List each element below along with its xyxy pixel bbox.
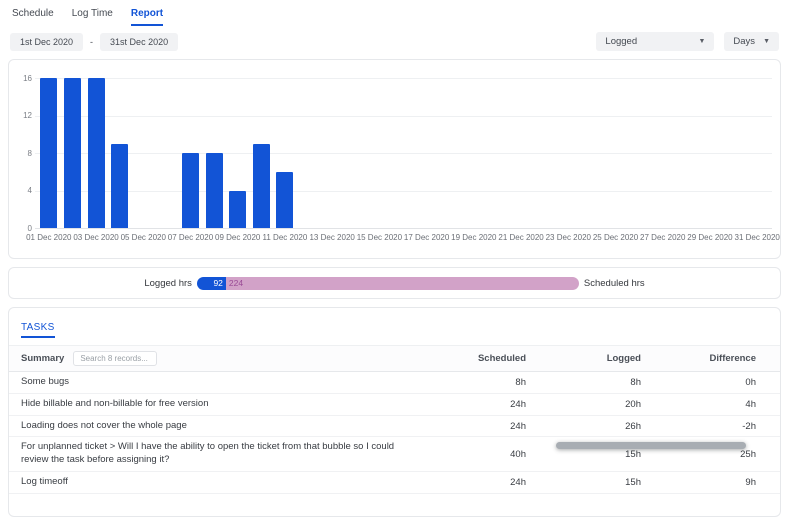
chart-bar: [253, 144, 270, 228]
y-axis-tick-label: 16: [15, 74, 32, 83]
x-axis-tick-label: 05 Dec 2020: [121, 233, 166, 242]
chart-bar: [229, 191, 246, 229]
metric-select[interactable]: Logged ▼: [596, 32, 714, 51]
unit-select-value: Days: [733, 36, 755, 47]
table-row[interactable]: Hide billable and non-billable for free …: [9, 394, 780, 416]
difference-cell: 4h: [665, 399, 780, 410]
tasks-table-header: Summary Scheduled Logged Difference: [9, 345, 780, 372]
filter-bar: 1st Dec 2020 - 31st Dec 2020 Logged ▼ Da…: [0, 26, 789, 59]
column-header-difference: Difference: [665, 353, 780, 364]
x-axis-tick-label: 29 Dec 2020: [687, 233, 732, 242]
date-range-separator: -: [90, 37, 93, 47]
scheduled-bar-segment: 224: [226, 277, 579, 290]
logged-cell: 8h: [550, 377, 665, 388]
grid-line: [35, 191, 772, 192]
top-tabs: Schedule Log Time Report: [0, 0, 789, 26]
grid-line: [35, 153, 772, 154]
summary-cell: Loading does not cover the whole page: [9, 420, 435, 433]
metric-select-value: Logged: [605, 36, 637, 47]
scheduled-cell: 40h: [435, 449, 550, 460]
logged-hrs-label: Logged hrs: [144, 278, 192, 289]
x-axis-tick-label: 15 Dec 2020: [357, 233, 402, 242]
tab-report[interactable]: Report: [131, 8, 163, 26]
unit-select[interactable]: Days ▼: [724, 32, 779, 51]
chart-bar: [64, 78, 81, 228]
difference-cell: 9h: [665, 477, 780, 488]
tasks-card: TASKS Summary Scheduled Logged Differenc…: [8, 307, 781, 517]
x-axis-tick-label: 13 Dec 2020: [309, 233, 354, 242]
column-header-summary: Summary: [21, 353, 64, 364]
grid-line: [35, 116, 772, 117]
date-to-button[interactable]: 31st Dec 2020: [100, 33, 178, 51]
summary-cell: Hide billable and non-billable for free …: [9, 398, 435, 411]
column-header-scheduled: Scheduled: [435, 353, 550, 364]
table-row[interactable]: Log timeoff24h15h9h: [9, 472, 780, 494]
search-input[interactable]: [73, 351, 157, 366]
x-axis-tick-label: 31 Dec 2020: [735, 233, 780, 242]
chart-bar: [276, 172, 293, 228]
table-row[interactable]: Some bugs8h8h0h: [9, 372, 780, 394]
chevron-down-icon: ▼: [763, 38, 770, 45]
x-axis-tick-label: 19 Dec 2020: [451, 233, 496, 242]
progress-card: Logged hrs 92 224 Scheduled hrs: [8, 267, 781, 299]
y-axis-tick-label: 8: [15, 149, 32, 158]
x-axis-tick-label: 17 Dec 2020: [404, 233, 449, 242]
chart-bar: [182, 153, 199, 228]
x-axis-tick-label: 27 Dec 2020: [640, 233, 685, 242]
y-axis-tick-label: 12: [15, 111, 32, 120]
x-axis-tick-label: 03 Dec 2020: [73, 233, 118, 242]
chart-card: 0 4 8 12 16 01 Dec 202003 Dec 202005 Dec 2020…: [8, 59, 781, 259]
scheduled-cell: 8h: [435, 377, 550, 388]
chart-bar: [111, 144, 128, 228]
x-axis-tick-label: 11 Dec 2020: [263, 233, 308, 242]
column-header-logged: Logged: [550, 353, 665, 364]
x-axis-tick-label: 21 Dec 2020: [498, 233, 543, 242]
scheduled-hrs-label: Scheduled hrs: [584, 278, 645, 289]
summary-cell: Some bugs: [9, 376, 435, 389]
x-axis-tick-label: 07 Dec 2020: [168, 233, 213, 242]
scheduled-cell: 24h: [435, 421, 550, 432]
logged-cell: 15h: [550, 449, 665, 460]
horizontal-scrollbar-thumb[interactable]: [556, 442, 746, 449]
x-axis-tick-label: 01 Dec 2020: [26, 233, 71, 242]
scheduled-cell: 24h: [435, 399, 550, 410]
difference-cell: -2h: [665, 421, 780, 432]
logged-cell: 20h: [550, 399, 665, 410]
tab-log-time[interactable]: Log Time: [72, 8, 113, 26]
logged-cell: 15h: [550, 477, 665, 488]
tab-schedule[interactable]: Schedule: [12, 8, 54, 26]
difference-cell: 25h: [665, 449, 780, 460]
logged-cell: 26h: [550, 421, 665, 432]
table-row[interactable]: Loading does not cover the whole page24h…: [9, 416, 780, 438]
x-axis-tick-label: 23 Dec 2020: [546, 233, 591, 242]
scheduled-cell: 24h: [435, 477, 550, 488]
logged-hours-bar-chart: 0 4 8 12 16 01 Dec 202003 Dec 202005 Dec 2020…: [15, 64, 774, 254]
tasks-table-body: Some bugs8h8h0hHide billable and non-bil…: [9, 372, 780, 494]
chart-bar: [40, 78, 57, 228]
y-axis-tick-label: 4: [15, 186, 32, 195]
summary-cell: Log timeoff: [9, 476, 435, 489]
logged-bar-segment: 92: [197, 277, 226, 290]
difference-cell: 0h: [665, 377, 780, 388]
grid-line: [35, 228, 772, 229]
x-axis-tick-label: 25 Dec 2020: [593, 233, 638, 242]
date-from-button[interactable]: 1st Dec 2020: [10, 33, 83, 51]
y-axis-tick-label: 0: [15, 224, 32, 233]
chart-bar: [88, 78, 105, 228]
summary-cell: For unplanned ticket > Will I have the a…: [9, 441, 435, 467]
chart-bar: [206, 153, 223, 228]
logged-vs-scheduled-bar: 92 224: [197, 277, 579, 290]
chevron-down-icon: ▼: [698, 38, 705, 45]
grid-line: [35, 78, 772, 79]
tasks-section-title: TASKS: [21, 322, 55, 338]
x-axis-tick-label: 09 Dec 2020: [215, 233, 260, 242]
